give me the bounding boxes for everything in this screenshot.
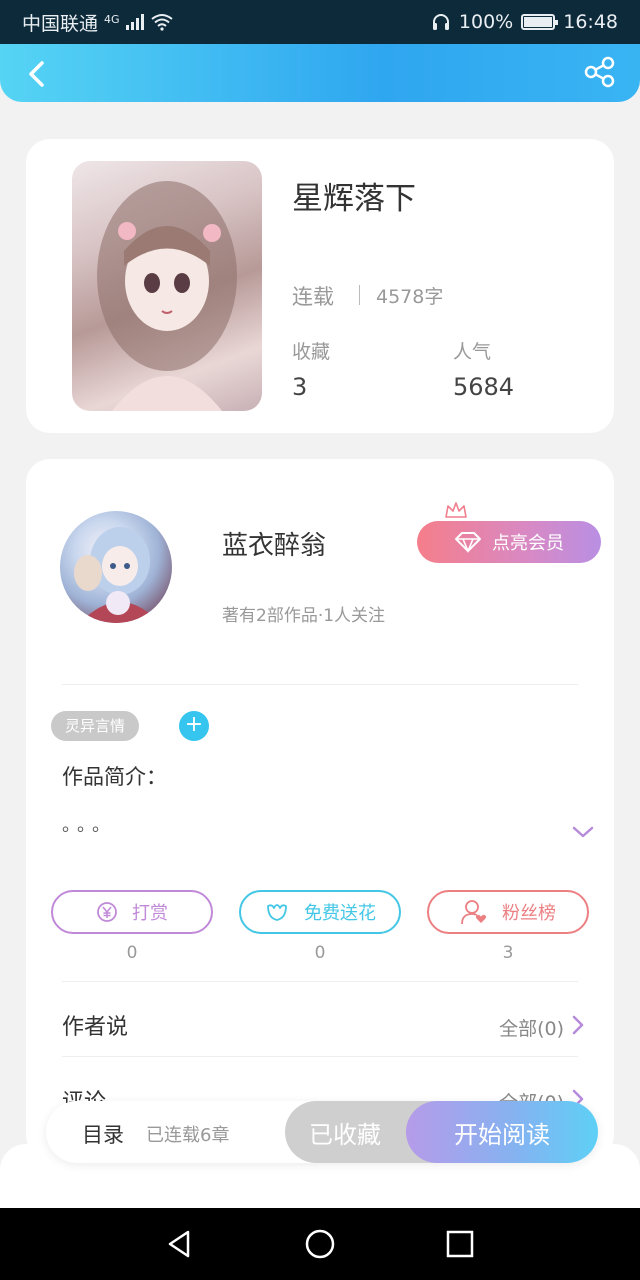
book-info-card: 星辉落下 连载 4578字 收藏 人气 3 5684 <box>26 139 614 433</box>
top-header <box>0 44 640 102</box>
table-of-contents-button[interactable]: 目录 <box>82 1119 124 1149</box>
author-says-title[interactable]: 作者说 <box>62 1009 128 1041</box>
network-type: 4G <box>104 12 120 26</box>
headphones-icon <box>432 14 449 30</box>
chevron-down-icon[interactable] <box>570 819 596 845</box>
chapter-count[interactable]: 已连载6章 <box>146 1121 229 1147</box>
popularity-value: 5684 <box>453 373 515 401</box>
chevron-left-icon[interactable] <box>18 54 58 94</box>
author-says-more[interactable]: 全部(0) <box>499 1014 564 1041</box>
author-detail-card: 蓝衣醉翁 著有2部作品·1人关注 点亮会员 灵异言情 + 作品简介： 。。。 打… <box>26 459 614 1159</box>
share-icon[interactable] <box>580 52 620 92</box>
chevron-right-icon[interactable] <box>570 1013 586 1037</box>
vip-button-label: 点亮会员 <box>492 533 564 554</box>
add-tag-button[interactable]: + <box>179 711 209 741</box>
status-bar: 中国联通 4G 100% 16:48 <box>0 0 640 44</box>
wifi-icon <box>150 14 173 31</box>
favorites-label: 收藏 <box>292 341 331 363</box>
signal-icon <box>125 14 144 30</box>
favorites-value: 3 <box>292 373 308 401</box>
fan-count: 3 <box>502 943 514 963</box>
tip-label: 打赏 <box>132 903 168 924</box>
author-meta: 著有2部作品·1人关注 <box>222 606 386 626</box>
home-circle-icon[interactable] <box>300 1224 340 1264</box>
divider <box>62 981 578 982</box>
favorited-label: 已收藏 <box>309 1120 381 1149</box>
tip-count: 0 <box>126 943 138 963</box>
book-cover-image[interactable] <box>72 161 262 411</box>
activate-vip-button[interactable]: 点亮会员 <box>417 521 601 563</box>
yuan-coin-icon <box>97 902 117 922</box>
genre-tag[interactable]: 灵异言情 <box>51 711 140 741</box>
divider <box>62 684 578 685</box>
send-flower-label: 免费送花 <box>304 903 376 924</box>
book-title: 星辉落下 <box>292 181 416 217</box>
crown-icon <box>445 502 467 518</box>
fan-ranking-button[interactable]: 粉丝榜 <box>427 890 589 934</box>
flower-count: 0 <box>314 943 326 963</box>
start-reading-label: 开始阅读 <box>454 1120 550 1149</box>
author-name[interactable]: 蓝衣醉翁 <box>222 525 326 562</box>
battery-icon <box>521 14 559 30</box>
clock: 16:48 <box>563 11 618 33</box>
book-status: 连载 <box>292 285 334 309</box>
flower-icon <box>267 904 287 921</box>
divider <box>359 285 360 305</box>
popularity-label: 人气 <box>453 341 492 363</box>
send-flower-button[interactable]: 免费送花 <box>239 890 401 934</box>
divider <box>62 1056 578 1057</box>
avatar[interactable] <box>60 511 172 623</box>
carrier-name: 中国联通 <box>22 12 99 35</box>
bottom-action-bar: 目录 已连载6章 已收藏 开始阅读 <box>46 1101 598 1163</box>
back-triangle-icon[interactable] <box>160 1224 200 1264</box>
diamond-icon <box>455 532 481 553</box>
system-nav-bar <box>0 1208 640 1280</box>
battery-percent: 100% <box>458 11 514 33</box>
book-word-count: 4578字 <box>376 286 444 308</box>
intro-text: 。。。 <box>62 815 116 836</box>
start-reading-button[interactable]: 开始阅读 <box>406 1101 598 1163</box>
user-heart-icon <box>461 900 487 925</box>
tip-button[interactable]: 打赏 <box>51 890 213 934</box>
recents-square-icon[interactable] <box>440 1224 480 1264</box>
fan-ranking-label: 粉丝榜 <box>502 903 556 924</box>
intro-label: 作品简介： <box>62 765 167 789</box>
